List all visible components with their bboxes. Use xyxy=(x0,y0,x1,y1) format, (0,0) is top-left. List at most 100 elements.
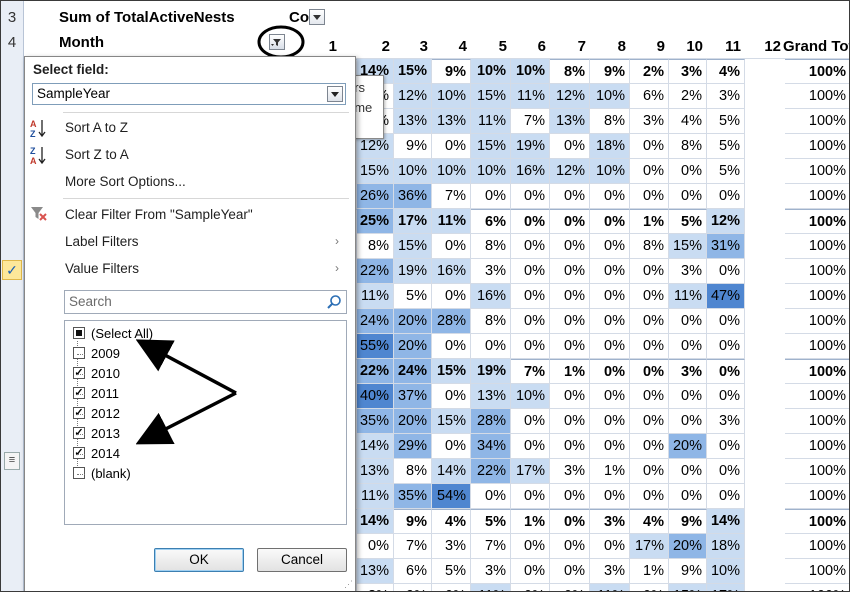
pivot-cell[interactable]: 15% xyxy=(357,159,394,184)
pivot-cell[interactable]: 10% xyxy=(471,159,511,184)
pivot-cell[interactable]: 100% xyxy=(785,509,849,534)
pivot-cell[interactable]: 8% xyxy=(357,584,394,591)
pivot-cell[interactable]: 17% xyxy=(707,584,745,591)
pivot-cell[interactable]: 0% xyxy=(590,534,630,559)
sort-az-item[interactable]: Sort A to Z xyxy=(65,120,128,135)
pivot-cell[interactable]: 0% xyxy=(550,209,590,234)
pivot-cell[interactable]: 0% xyxy=(511,259,550,284)
pivot-cell[interactable]: 0% xyxy=(550,309,590,334)
pivot-cell[interactable]: 22% xyxy=(471,459,511,484)
pivot-cell[interactable]: 100% xyxy=(785,159,849,184)
pivot-cell[interactable]: 0% xyxy=(432,334,471,359)
pivot-cell[interactable]: 13% xyxy=(357,559,394,584)
pivot-cell[interactable]: 0% xyxy=(630,384,669,409)
pivot-cell[interactable]: 35% xyxy=(394,484,432,509)
pivot-cell[interactable]: 1% xyxy=(630,559,669,584)
pivot-cell[interactable]: 31% xyxy=(707,234,745,259)
pivot-cell[interactable]: 100% xyxy=(785,184,849,209)
pivot-cell[interactable]: 5% xyxy=(471,509,511,534)
pivot-cell[interactable]: 0% xyxy=(630,584,669,591)
pivot-cell[interactable]: 7% xyxy=(511,109,550,134)
pivot-cell[interactable]: 100% xyxy=(785,109,849,134)
pivot-cell[interactable]: 100% xyxy=(785,584,849,591)
pivot-cell[interactable]: 0% xyxy=(511,559,550,584)
pivot-cell[interactable]: 16% xyxy=(432,259,471,284)
column-header-12[interactable]: 12 xyxy=(741,34,785,59)
pivot-cell[interactable]: 0% xyxy=(471,184,511,209)
column-header-6[interactable]: 6 xyxy=(507,34,550,59)
pivot-cell[interactable]: 0% xyxy=(550,184,590,209)
pivot-cell[interactable]: 0% xyxy=(550,559,590,584)
pivot-cell[interactable]: 19% xyxy=(511,134,550,159)
pivot-cell[interactable]: 5% xyxy=(394,284,432,309)
pivot-cell[interactable]: 14% xyxy=(357,509,394,534)
pivot-title-cell[interactable]: Sum of TotalActiveNests xyxy=(59,9,235,26)
pivot-cell[interactable]: 36% xyxy=(394,184,432,209)
pivot-cell[interactable]: 0% xyxy=(669,159,707,184)
pivot-cell[interactable]: 0% xyxy=(432,584,471,591)
pivot-cell[interactable]: 100% xyxy=(785,284,849,309)
pivot-cell[interactable]: 28% xyxy=(432,309,471,334)
pivot-cell[interactable]: 11% xyxy=(590,584,630,591)
pivot-cell[interactable]: 15% xyxy=(471,134,511,159)
column-header-3[interactable]: 3 xyxy=(390,34,432,59)
checkbox-unchecked[interactable] xyxy=(73,347,85,359)
pivot-cell[interactable]: 0% xyxy=(511,234,550,259)
pivot-cell[interactable]: 0% xyxy=(511,184,550,209)
field-select[interactable]: SampleYear xyxy=(32,83,346,105)
pivot-cell[interactable]: 17% xyxy=(630,534,669,559)
pivot-cell[interactable]: 54% xyxy=(432,484,471,509)
pivot-cell[interactable]: 0% xyxy=(630,459,669,484)
pivot-cell[interactable]: 100% xyxy=(785,384,849,409)
pivot-cell[interactable]: 4% xyxy=(630,509,669,534)
pivot-cell[interactable]: 55% xyxy=(357,334,394,359)
checklist-item[interactable]: ✓ 2012 xyxy=(73,405,120,423)
pivot-cell[interactable]: 8% xyxy=(471,309,511,334)
pivot-cell[interactable]: 0% xyxy=(550,259,590,284)
pivot-cell[interactable]: 1% xyxy=(550,359,590,384)
pivot-cell[interactable]: 0% xyxy=(707,459,745,484)
pivot-cell[interactable]: 19% xyxy=(394,259,432,284)
pivot-cell[interactable]: 0% xyxy=(511,309,550,334)
pivot-cell[interactable]: 3% xyxy=(707,409,745,434)
checkbox-partial[interactable] xyxy=(73,327,85,339)
pivot-cell[interactable]: 0% xyxy=(707,434,745,459)
pivot-cell[interactable]: 0% xyxy=(590,184,630,209)
pivot-cell[interactable]: 0% xyxy=(471,484,511,509)
pivot-cell[interactable]: 0% xyxy=(669,484,707,509)
label-filters-item[interactable]: Label Filters › xyxy=(65,234,347,249)
pivot-cell[interactable]: 15% xyxy=(669,234,707,259)
pivot-cell[interactable]: 11% xyxy=(511,84,550,109)
pivot-cell[interactable]: 0% xyxy=(432,384,471,409)
pivot-cell[interactable]: 15% xyxy=(394,234,432,259)
sheet-handle-icon[interactable]: ≡ xyxy=(4,452,20,470)
pivot-cell[interactable]: 0% xyxy=(590,434,630,459)
resize-grip-icon[interactable]: ⋰ xyxy=(344,579,353,590)
pivot-cell[interactable]: 0% xyxy=(511,284,550,309)
pivot-cell[interactable]: 18% xyxy=(707,534,745,559)
pivot-cell[interactable]: 3% xyxy=(471,559,511,584)
pivot-cell[interactable]: 10% xyxy=(590,84,630,109)
pivot-cell[interactable]: 0% xyxy=(630,334,669,359)
pivot-cell[interactable]: 100% xyxy=(785,209,849,234)
pivot-cell[interactable]: 4% xyxy=(707,59,745,84)
pivot-cell[interactable]: 0% xyxy=(590,409,630,434)
pivot-cell[interactable]: 3% xyxy=(471,259,511,284)
pivot-cell[interactable]: 100% xyxy=(785,309,849,334)
pivot-cell[interactable]: 0% xyxy=(511,584,550,591)
pivot-cell[interactable]: 16% xyxy=(471,284,511,309)
search-icon[interactable] xyxy=(326,294,342,310)
pivot-cell[interactable]: 1% xyxy=(630,209,669,234)
pivot-cell[interactable]: 6% xyxy=(471,209,511,234)
pivot-cell[interactable]: 10% xyxy=(590,159,630,184)
pivot-cell[interactable]: 17% xyxy=(394,209,432,234)
pivot-cell[interactable]: 0% xyxy=(471,334,511,359)
pivot-cell[interactable]: 0% xyxy=(630,259,669,284)
pivot-cell[interactable]: 9% xyxy=(590,59,630,84)
pivot-cell[interactable]: 0% xyxy=(550,234,590,259)
pivot-cell[interactable]: 0% xyxy=(707,184,745,209)
pivot-cell[interactable]: 100% xyxy=(785,334,849,359)
pivot-cell[interactable]: 0% xyxy=(707,484,745,509)
pivot-cell[interactable]: 20% xyxy=(394,409,432,434)
checkbox-unchecked[interactable] xyxy=(73,467,85,479)
